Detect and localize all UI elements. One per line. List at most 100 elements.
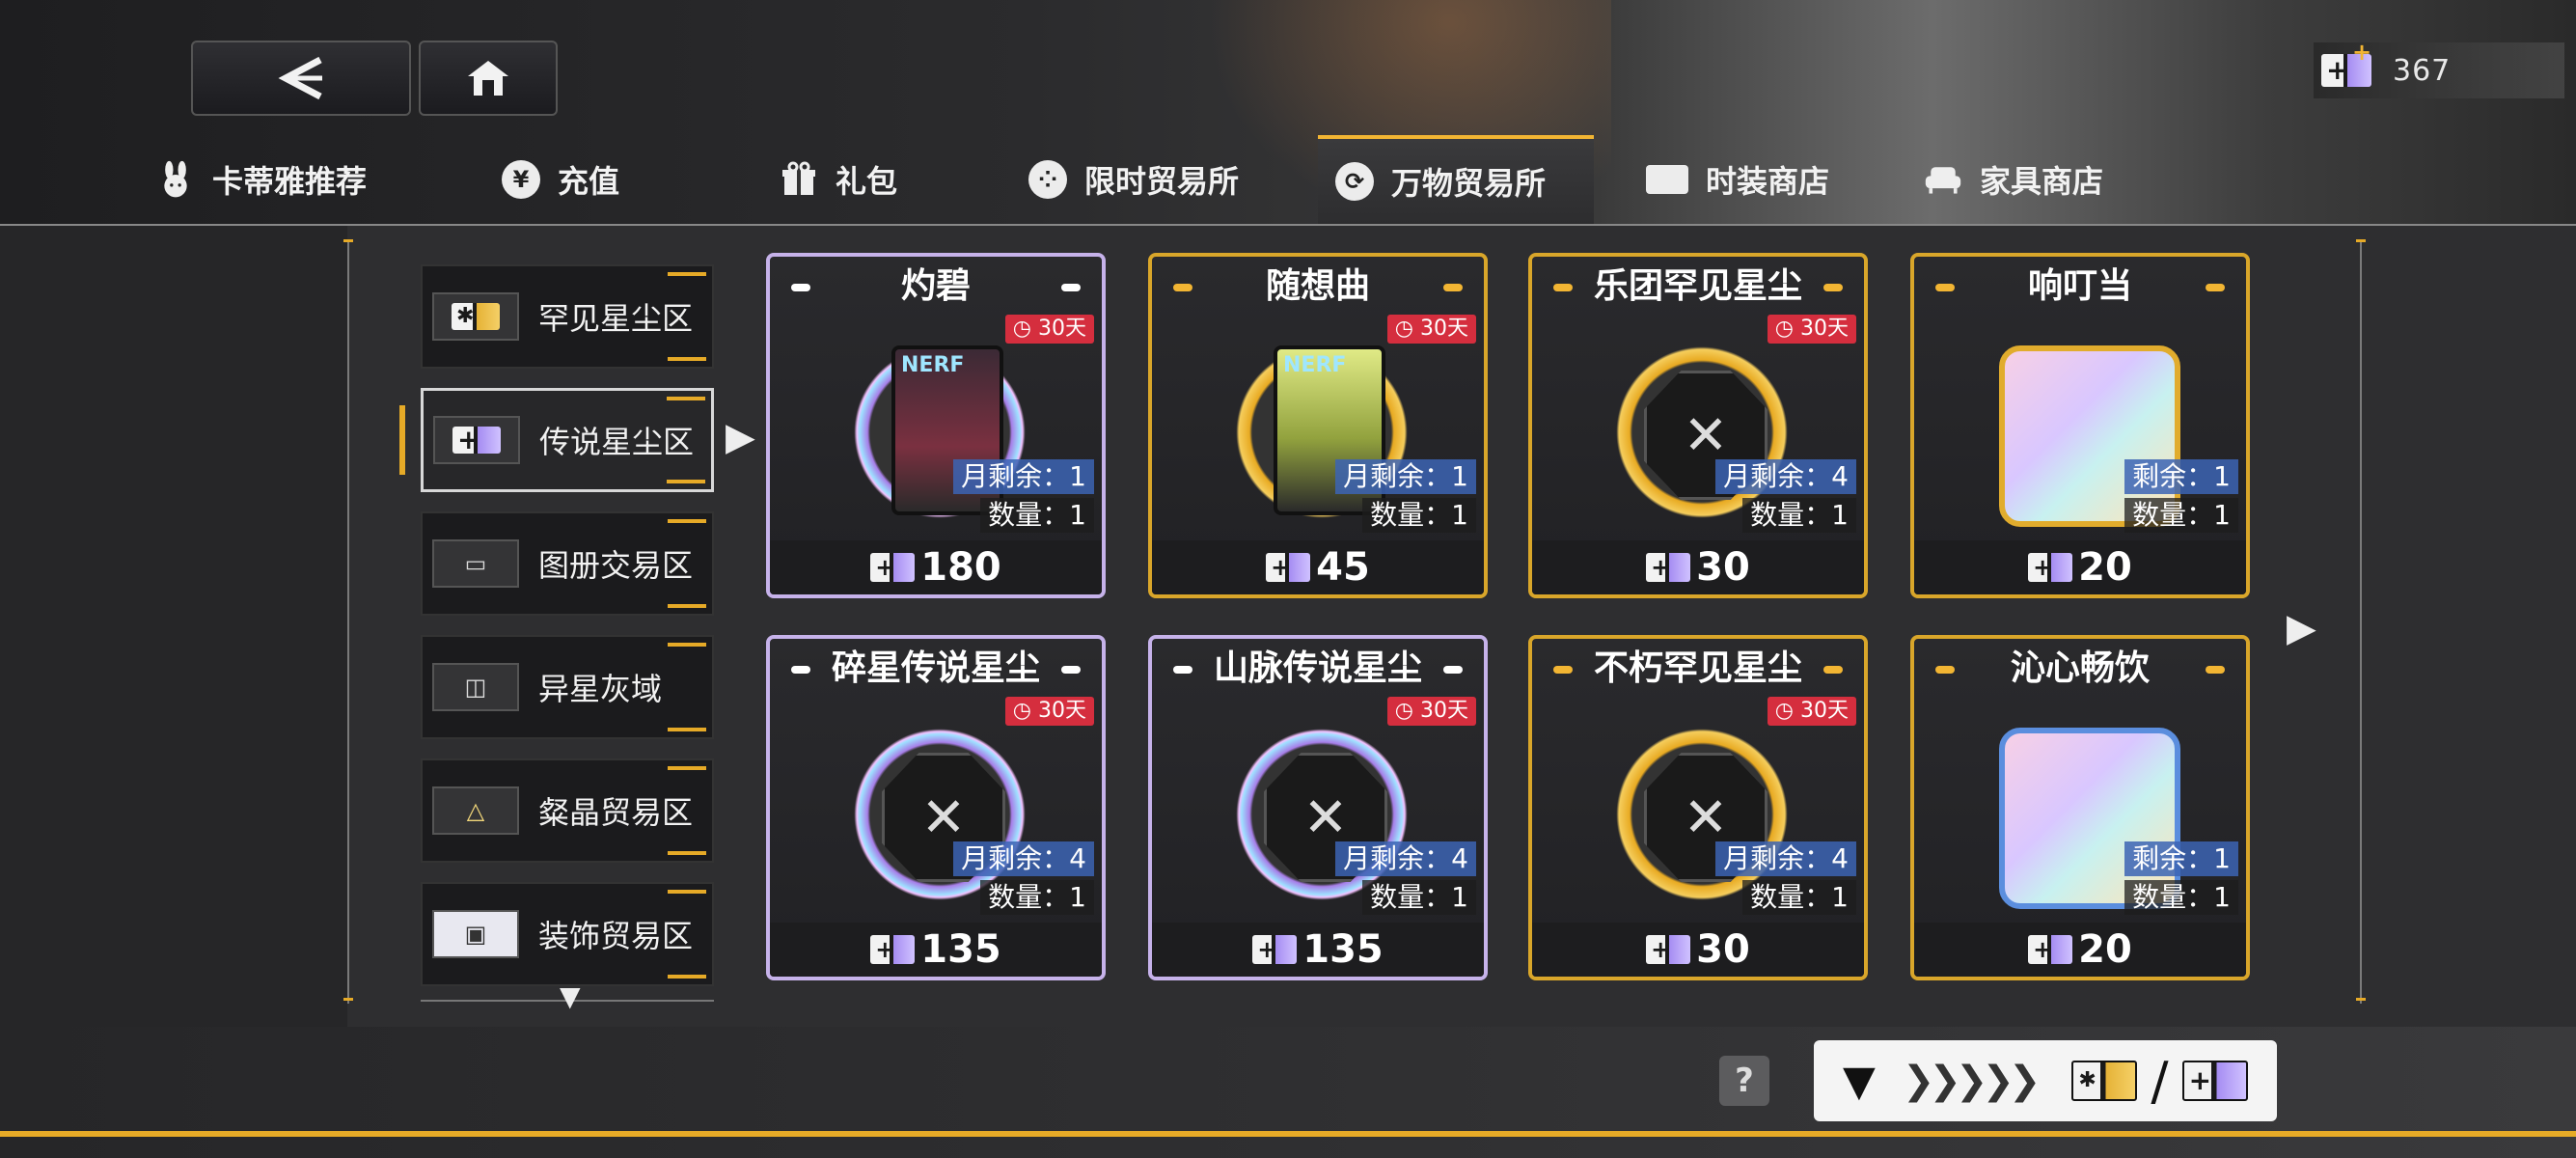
- quantity-label: 数量：1: [1362, 498, 1476, 533]
- tab-label: 家具商店: [1980, 163, 2104, 200]
- tab-label: 万物贸易所: [1391, 165, 1547, 202]
- card-brand-label: NERF: [901, 353, 965, 377]
- yen-icon: ¥: [502, 160, 540, 199]
- sidebar-item-label: 罕见星尘区: [538, 300, 694, 337]
- home-button[interactable]: [419, 41, 558, 116]
- scroll-down-icon[interactable]: ▼: [560, 980, 581, 1012]
- tab-recharge[interactable]: ¥ 充值: [502, 135, 619, 224]
- corner-accent: [667, 397, 705, 400]
- tab-label: 限时贸易所: [1084, 163, 1240, 200]
- rare-dust-icon: [2071, 1061, 2138, 1101]
- time-limit-text: 30天: [1420, 699, 1468, 723]
- sidebar-item-legend-dust[interactable]: 传说星尘区: [421, 388, 714, 492]
- clock-icon: ◷: [1774, 699, 1800, 723]
- time-limit-badge: ◷ 30天: [1386, 315, 1476, 344]
- price-bar: 30: [1532, 923, 1864, 977]
- tab-universal-trade[interactable]: ⟳ 万物贸易所: [1318, 135, 1594, 224]
- corner-accent: [668, 272, 706, 276]
- time-limit-badge: ◷ 30天: [1386, 697, 1476, 726]
- price-bar: 20: [1914, 923, 2246, 977]
- tab-outfit-shop[interactable]: 时装商店: [1646, 135, 1829, 224]
- remaining-count: 月剩余：1: [1335, 459, 1476, 494]
- tab-furniture-shop[interactable]: 家具商店: [1924, 135, 2103, 224]
- price-value: 30: [1696, 927, 1750, 972]
- tab-limited-trade[interactable]: ⁘ 限时贸易所: [1028, 135, 1239, 224]
- legend-dust-icon: [2181, 1061, 2248, 1101]
- corner-accent: [667, 480, 705, 483]
- shop-item-card[interactable]: 随想曲 NERF ◷ 30天月剩余：1 数量：1 45: [1148, 253, 1488, 598]
- sidebar-item-label: 传说星尘区: [539, 424, 695, 460]
- tab-gift-pack[interactable]: 礼包: [780, 135, 897, 224]
- limited-trade-icon: ⁘: [1028, 160, 1067, 199]
- tab-label: 卡蒂雅推荐: [212, 163, 368, 200]
- clock-icon: ◷: [1012, 317, 1038, 341]
- shop-item-card[interactable]: 不朽罕见星尘✕◷ 30天月剩余：4数量：130: [1528, 635, 1868, 980]
- dust-exchange-button[interactable]: ▼ ❯❯❯❯❯ /: [1814, 1040, 2277, 1121]
- time-limit-badge: ◷ 30天: [1767, 697, 1856, 726]
- back-arrow-icon: [278, 56, 322, 100]
- time-limit-badge: ◷ 30天: [1004, 697, 1094, 726]
- shop-item-card[interactable]: 灼碧 NERF ◷ 30天月剩余：1 数量：1 180: [766, 253, 1106, 598]
- item-title: 不朽罕见星尘: [1593, 648, 1802, 688]
- legend-dust-icon: [433, 416, 520, 464]
- rare-dust-icon: [432, 292, 519, 341]
- slash-separator: /: [2151, 1050, 2169, 1112]
- sidebar-item-gray-zone[interactable]: ◫ 异星灰域: [421, 635, 714, 739]
- left-frame-line: [347, 241, 349, 1004]
- legend-dust-icon: [870, 935, 916, 964]
- remaining-count: 月剩余：1: [953, 459, 1094, 494]
- clock-icon: ◷: [1394, 317, 1420, 341]
- quantity-label: 数量：1: [1362, 880, 1476, 915]
- shop-item-card[interactable]: 响叮当剩余：1 数量：1 20: [1910, 253, 2250, 598]
- next-page-arrow-icon[interactable]: ▶: [2287, 606, 2316, 650]
- time-limit-text: 30天: [1038, 699, 1086, 723]
- item-title: 响叮当: [2027, 266, 2132, 306]
- remaining-count: 月剩余：4: [1335, 841, 1476, 876]
- shop-item-card[interactable]: 沁心畅饮剩余：1 数量：1 20: [1910, 635, 2250, 980]
- price-value: 30: [1696, 545, 1750, 590]
- time-limit-text: 30天: [1800, 317, 1849, 341]
- sidebar-item-decoration[interactable]: ▣ 装饰贸易区: [421, 882, 714, 986]
- shop-item-card[interactable]: 山脉传说星尘✕◷ 30天月剩余：4数量：1135: [1148, 635, 1488, 980]
- gift-icon: [780, 160, 818, 199]
- tab-label: 礼包: [836, 163, 898, 200]
- quantity-label: 数量：1: [1742, 880, 1856, 915]
- remaining-count: 剩余：1: [2124, 459, 2238, 494]
- quantity-label: 数量：1: [980, 880, 1094, 915]
- plus-icon[interactable]: +: [2352, 39, 2371, 66]
- selected-arrow-icon: ▶: [726, 415, 755, 459]
- back-button[interactable]: [191, 41, 411, 116]
- sidebar-item-crystal[interactable]: △ 粲晶贸易区: [421, 758, 714, 863]
- quantity-label: 数量：1: [2124, 498, 2238, 533]
- time-limit-text: 30天: [1038, 317, 1086, 341]
- chevrons-icon: ❯❯❯❯❯: [1902, 1059, 2042, 1103]
- corner-accent: [668, 851, 706, 855]
- sidebar-item-album[interactable]: ▭ 图册交易区: [421, 511, 714, 616]
- tab-katya-recommend[interactable]: 卡蒂雅推荐: [156, 135, 367, 224]
- currency-display: + 367: [2314, 39, 2564, 98]
- right-frame-line: [2360, 241, 2362, 1004]
- corner-accent: [668, 357, 706, 361]
- remaining-count: 月剩余：4: [1715, 841, 1856, 876]
- frame-tick: [2356, 239, 2366, 242]
- sidebar-item-rare-dust[interactable]: 罕见星尘区: [421, 264, 714, 369]
- outfit-icon: [1646, 165, 1688, 194]
- legend-dust-icon: [870, 553, 916, 582]
- price-bar: 180: [770, 540, 1102, 594]
- price-value: 20: [2078, 545, 2132, 590]
- bottom-accent-line: [0, 1131, 2576, 1137]
- clock-icon: ◷: [1774, 317, 1800, 341]
- price-bar: 20: [1914, 540, 2246, 594]
- corner-accent: [668, 728, 706, 731]
- legend-dust-icon: [2028, 553, 2073, 582]
- corner-accent: [668, 643, 706, 647]
- shop-item-card[interactable]: 碎星传说星尘✕◷ 30天月剩余：4数量：1135: [766, 635, 1106, 980]
- quantity-label: 数量：1: [980, 498, 1094, 533]
- remaining-count: 剩余：1: [2124, 841, 2238, 876]
- help-button[interactable]: ?: [1719, 1056, 1769, 1106]
- exchange-triangle-icon: ▼: [1843, 1056, 1876, 1106]
- album-icon: ▭: [432, 539, 519, 588]
- remaining-count: 月剩余：4: [953, 841, 1094, 876]
- shop-item-card[interactable]: 乐团罕见星尘✕◷ 30天月剩余：4数量：130: [1528, 253, 1868, 598]
- home-icon: [468, 61, 508, 96]
